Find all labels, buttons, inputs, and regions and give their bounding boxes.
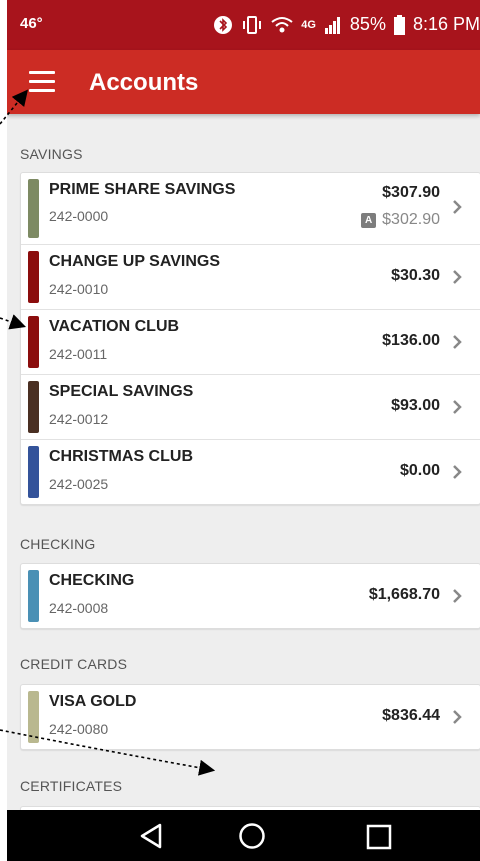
available-badge: A	[361, 212, 377, 228]
account-name: SPECIAL SAVINGS	[49, 383, 194, 400]
chevron-right-icon	[453, 710, 462, 724]
signal-icon	[324, 16, 340, 34]
account-row[interactable]: CHANGE UP SAVINGS 242-0010 $30.30	[21, 244, 480, 309]
system-nav-bar	[7, 810, 480, 861]
account-number: 242-0025	[49, 476, 109, 492]
accounts-app: 46° 4G 85% 8:16 PM Accounts SAVINGS PRIM…	[7, 0, 480, 861]
section-header-savings: SAVINGS	[20, 146, 83, 162]
section-header-certificates: CERTIFICATES	[20, 778, 123, 794]
chevron-right-icon	[453, 200, 462, 214]
account-balance: $307.90	[382, 184, 440, 201]
battery-percent-text: 85%	[349, 14, 386, 34]
chevron-right-icon	[453, 400, 462, 414]
account-row[interactable]: CHRISTMAS CLUB 242-0025 $0.00	[21, 439, 480, 504]
account-row[interactable]: CHECKING 242-0008 $1,668.70	[21, 564, 480, 628]
account-number: 242-0010	[49, 281, 109, 297]
clock-text: 8:16 PM	[412, 14, 480, 34]
account-number: 242-0008	[49, 600, 109, 616]
battery-icon	[393, 14, 405, 35]
account-color-swatch	[28, 179, 39, 238]
screen: 46° 4G 85% 8:16 PM Accounts SAVINGS PRIM…	[0, 0, 480, 861]
account-row[interactable]: VACATION CLUB 242-0011 $136.00	[21, 309, 480, 374]
account-name: CHECKING	[49, 572, 135, 589]
hamburger-menu-icon[interactable]	[29, 71, 55, 93]
account-name: VISA GOLD	[49, 693, 137, 710]
account-color-swatch	[28, 316, 39, 368]
bluetooth-icon	[214, 15, 233, 34]
available-amount: $302.90	[382, 211, 440, 228]
account-balance: $30.30	[391, 267, 440, 284]
account-balance: $136.00	[382, 332, 440, 349]
account-row[interactable]: SPECIAL SAVINGS 242-0012 $93.00	[21, 374, 480, 439]
credit-cards-card: VISA GOLD 242-0080 $836.44	[20, 684, 480, 750]
account-color-swatch	[28, 381, 39, 433]
account-row[interactable]: VISA GOLD 242-0080 $836.44	[21, 685, 480, 749]
vibrate-icon	[243, 15, 262, 34]
status-icons: 4G 85% 8:16 PM	[213, 14, 480, 35]
account-name: VACATION CLUB	[49, 318, 180, 335]
account-number: 242-0012	[49, 411, 109, 427]
account-color-swatch	[28, 446, 39, 498]
left-margin	[0, 0, 7, 861]
app-bar: Accounts	[7, 50, 480, 114]
account-color-swatch	[28, 251, 39, 303]
available-balance: A $302.90	[361, 211, 440, 229]
temperature-text: 46°	[20, 15, 43, 32]
account-balance: $836.44	[382, 707, 440, 724]
section-header-credit-cards: CREDIT CARDS	[20, 656, 128, 672]
chevron-right-icon	[453, 589, 462, 603]
savings-card: PRIME SHARE SAVINGS 242-0000 $307.90 A $…	[20, 172, 480, 505]
home-circle-icon[interactable]	[238, 822, 266, 850]
account-name: CHRISTMAS CLUB	[49, 448, 193, 465]
chevron-right-icon	[453, 270, 462, 284]
account-balance: $93.00	[391, 397, 440, 414]
accounts-list[interactable]: SAVINGS PRIME SHARE SAVINGS 242-0000 $30…	[7, 114, 480, 810]
section-header-checking: CHECKING	[20, 536, 96, 552]
page-title: Accounts	[89, 69, 199, 96]
recents-square-icon[interactable]	[366, 824, 392, 850]
account-color-swatch	[28, 570, 39, 622]
account-number: 242-0011	[49, 346, 108, 362]
account-row[interactable]: PRIME SHARE SAVINGS 242-0000 $307.90 A $…	[21, 173, 480, 244]
back-triangle-icon[interactable]	[138, 822, 164, 850]
network-type-text: 4G	[301, 18, 316, 31]
account-color-swatch	[28, 691, 39, 743]
chevron-right-icon	[453, 465, 462, 479]
account-balance: $0.00	[399, 462, 440, 479]
checking-card: CHECKING 242-0008 $1,668.70	[20, 563, 480, 629]
wifi-icon	[271, 16, 293, 32]
account-number: 242-0080	[49, 721, 109, 737]
account-number: 242-0000	[49, 208, 109, 224]
account-name: PRIME SHARE SAVINGS	[49, 181, 236, 198]
chevron-right-icon	[453, 335, 462, 349]
status-bar: 46° 4G 85% 8:16 PM	[7, 0, 480, 50]
account-balance: $1,668.70	[368, 586, 440, 603]
account-name: CHANGE UP SAVINGS	[49, 253, 220, 270]
